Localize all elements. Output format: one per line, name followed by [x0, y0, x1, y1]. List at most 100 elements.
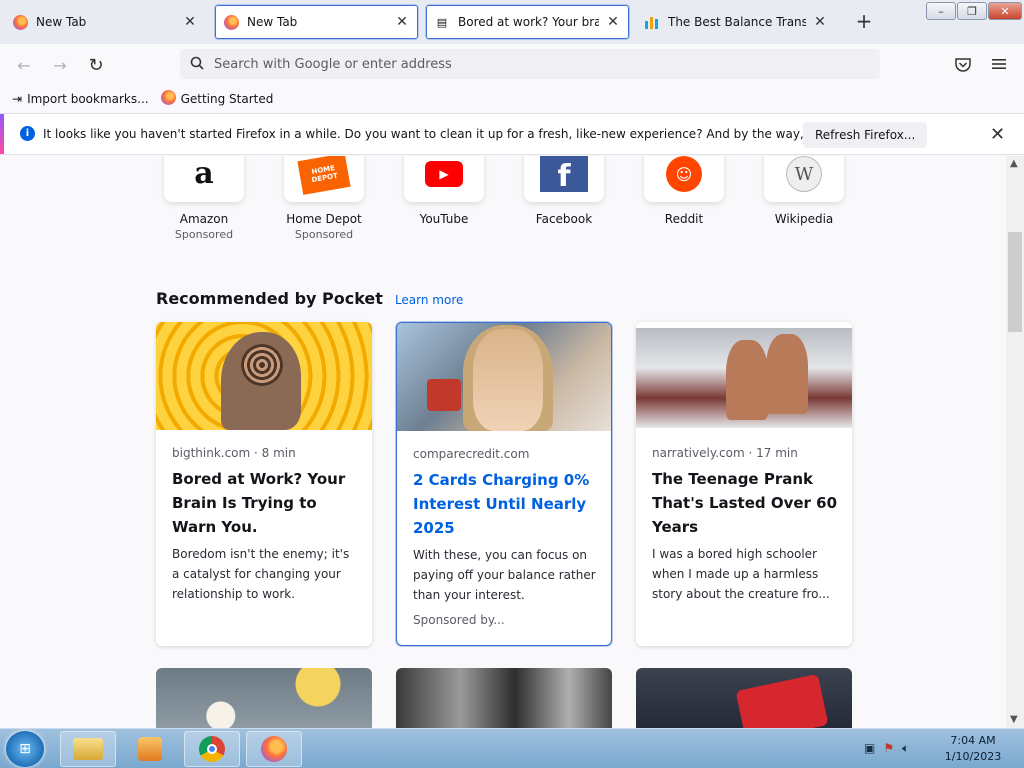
new-tab-button[interactable]: + — [852, 10, 876, 34]
tab-close-icon[interactable]: ✕ — [182, 14, 198, 30]
tab-bored-at-work[interactable]: ▤ Bored at work? Your brain is t ✕ — [425, 4, 630, 40]
network-icon[interactable]: ▣ — [864, 741, 875, 756]
top-site-home-depot[interactable]: HOME DEPOT Home Depot Sponsored — [284, 156, 364, 241]
home-depot-logo: HOME DEPOT — [297, 156, 351, 195]
pocket-heading: Recommended by Pocket — [156, 289, 383, 308]
info-icon: i — [20, 126, 35, 141]
minimize-button[interactable]: – — [926, 2, 956, 20]
card-image — [397, 323, 611, 431]
scroll-up-icon[interactable]: ▲ — [1010, 158, 1018, 169]
scrollbar-thumb[interactable] — [1008, 232, 1022, 332]
card-title: The Teenage Prank That's Lasted Over 60 … — [652, 470, 838, 536]
windows-explorer-icon[interactable] — [60, 731, 116, 767]
card-sponsored-label: Sponsored by... — [413, 613, 505, 627]
tab-new-tab-1[interactable]: New Tab ✕ — [4, 4, 206, 40]
scroll-down-icon[interactable]: ▼ — [1010, 714, 1018, 725]
page-scrollbar[interactable]: ▲ ▼ — [1006, 156, 1024, 728]
top-site-name: Wikipedia — [774, 212, 834, 226]
card-excerpt: Boredom isn't the enemy; it's a catalyst… — [172, 547, 350, 601]
refresh-firefox-button[interactable]: Refresh Firefox... — [803, 122, 928, 148]
amazon-logo: a — [194, 156, 214, 191]
bookmark-label: Getting Started — [180, 92, 274, 106]
clock-date: 1/10/2023 — [944, 750, 1002, 763]
top-site-facebook[interactable]: f Facebook — [524, 156, 604, 226]
top-site-sponsored: Sponsored — [174, 228, 234, 241]
card-source: comparecredit.com — [413, 447, 530, 461]
tab-balance-transfer[interactable]: The Best Balance Transfer Ca ✕ — [636, 4, 836, 40]
top-site-name: Reddit — [664, 212, 704, 226]
bookmarks-toolbar: ⇥ Import bookmarks... Getting Started — [0, 86, 1024, 112]
bar-chart-icon — [644, 14, 660, 30]
back-button[interactable]: ← — [12, 53, 36, 77]
navigation-toolbar: ← → ↻ — [0, 44, 1024, 86]
top-site-tile: W — [764, 156, 844, 202]
tab-close-icon[interactable]: ✕ — [394, 14, 410, 30]
pocket-card-photo[interactable] — [396, 668, 612, 728]
volume-icon[interactable]: 🔈︎ — [902, 741, 909, 756]
top-site-name: Home Depot — [286, 212, 362, 226]
menu-icon[interactable] — [992, 57, 1006, 74]
system-clock[interactable]: 7:04 AM 1/10/2023 — [936, 733, 1010, 765]
url-bar[interactable] — [180, 49, 880, 79]
card-source: bigthink.com · 8 min — [172, 446, 296, 460]
windows-taskbar: ⊞ ▣ ⚑ 🔈︎ 7:04 AM 1/10/2023 — [0, 728, 1024, 768]
search-input[interactable] — [214, 56, 814, 72]
system-tray: ▣ ⚑ 🔈︎ — [864, 741, 909, 756]
pocket-card-comparecredit[interactable]: comparecredit.com 2 Cards Charging 0% In… — [396, 322, 612, 646]
firefox-icon[interactable] — [246, 731, 302, 767]
start-button[interactable]: ⊞ — [6, 731, 44, 767]
youtube-logo: ▶ — [425, 161, 463, 187]
learn-more-link[interactable]: Learn more — [395, 293, 463, 307]
close-window-button[interactable]: ✕ — [988, 2, 1022, 20]
top-site-tile: a — [164, 156, 244, 202]
pocket-icon[interactable] — [955, 57, 971, 75]
wikipedia-logo: W — [786, 156, 822, 192]
top-site-name: YouTube — [419, 212, 469, 226]
top-site-reddit[interactable]: ☺ Reddit — [644, 156, 724, 226]
card-title: Bored at Work? Your Brain Is Trying to W… — [172, 470, 346, 536]
reader-icon: ▤ — [436, 15, 448, 29]
forward-button[interactable]: → — [48, 53, 72, 77]
card-excerpt: With these, you can focus on paying off … — [413, 548, 596, 602]
new-tab-page: a Amazon Sponsored HOME DEPOT Home Depot… — [0, 156, 1006, 728]
pocket-card-bigthink[interactable]: bigthink.com · 8 min Bored at Work? Your… — [156, 322, 372, 646]
pocket-card-food[interactable] — [156, 668, 372, 728]
clock-time: 7:04 AM — [950, 734, 996, 747]
reload-button[interactable]: ↻ — [84, 53, 108, 77]
top-site-tile: f — [524, 156, 604, 202]
top-site-sponsored: Sponsored — [294, 228, 354, 241]
top-site-tile: HOME DEPOT — [284, 156, 364, 202]
top-site-tile: ▶ — [404, 156, 484, 202]
pocket-card-credit[interactable] — [636, 668, 852, 728]
facebook-logo: f — [540, 156, 588, 192]
top-site-amazon[interactable]: a Amazon Sponsored — [164, 156, 244, 241]
refresh-notification-bar: i It looks like you haven't started Fire… — [0, 113, 1024, 155]
import-icon: ⇥ — [12, 92, 23, 106]
tab-close-icon[interactable]: ✕ — [605, 14, 621, 30]
reddit-logo: ☺ — [666, 156, 702, 192]
top-site-youtube[interactable]: ▶ YouTube — [404, 156, 484, 226]
bookmark-getting-started[interactable]: Getting Started — [160, 90, 274, 108]
top-site-wikipedia[interactable]: W Wikipedia — [764, 156, 844, 226]
tab-strip: New Tab ✕ New Tab ✕ ▤ Bored at work? You… — [0, 0, 1024, 44]
action-center-flag-icon[interactable]: ⚑ — [883, 741, 894, 756]
close-notification-icon[interactable]: ✕ — [990, 124, 1005, 145]
tab-title: Bored at work? Your brain is t — [458, 15, 599, 29]
card-image — [156, 322, 372, 430]
pocket-card-narratively[interactable]: narratively.com · 17 min The Teenage Pra… — [636, 322, 852, 646]
tab-title: New Tab — [36, 15, 87, 29]
search-icon — [190, 56, 204, 73]
bookmark-import[interactable]: ⇥ Import bookmarks... — [12, 92, 149, 106]
notification-accent — [0, 114, 4, 154]
maximize-button[interactable]: ❐ — [957, 2, 987, 20]
media-player-icon[interactable] — [122, 731, 178, 767]
chrome-icon[interactable] — [184, 731, 240, 767]
firefox-icon — [12, 14, 28, 30]
notification-message: It looks like you haven't started Firefo… — [43, 127, 899, 141]
top-site-name: Facebook — [535, 212, 593, 226]
card-source: narratively.com · 17 min — [652, 446, 798, 460]
pocket-section-header: Recommended by Pocket Learn more — [156, 289, 463, 308]
tab-new-tab-2[interactable]: New Tab ✕ — [214, 4, 419, 40]
firefox-icon — [160, 90, 176, 108]
tab-close-icon[interactable]: ✕ — [812, 14, 828, 30]
